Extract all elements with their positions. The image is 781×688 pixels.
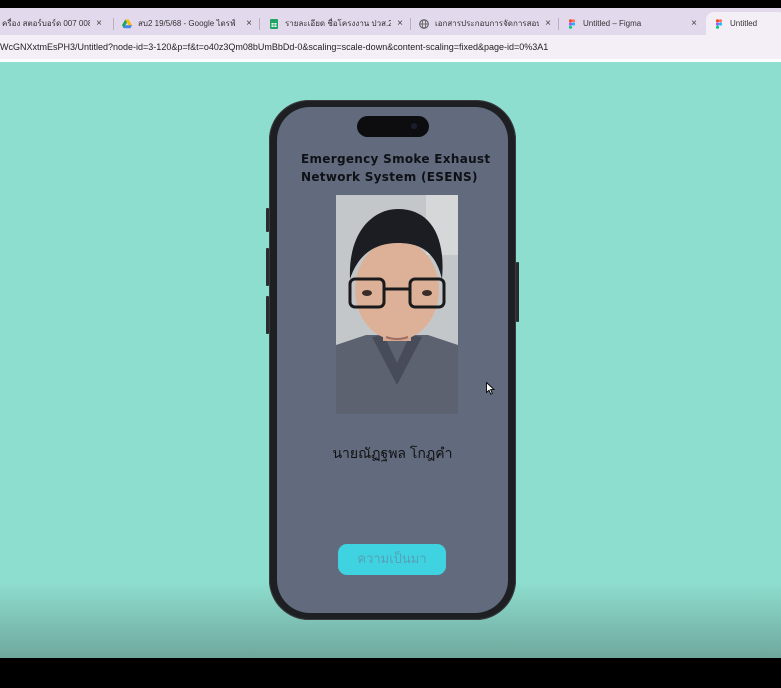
tab-label: เอกสารประกอบการจัดการสอน	[435, 19, 540, 28]
bottom-frame	[0, 658, 781, 688]
phone-screen: Emergency Smoke Exhaust Network System (…	[277, 107, 508, 613]
url-text[interactable]: WcGNXxtmEsPH3/Untitled?node-id=3-120&p=f…	[0, 42, 548, 52]
phone-side-button	[266, 208, 269, 232]
profile-photo	[336, 195, 458, 414]
history-button[interactable]: ความเป็นมา	[338, 544, 446, 575]
app-title-line-1: Emergency Smoke Exhaust	[301, 152, 491, 166]
tab-separator	[259, 18, 260, 30]
figma-icon	[715, 18, 723, 29]
app-title-line-2: Network System (ESENS)	[301, 170, 478, 184]
address-bar[interactable]: WcGNXxtmEsPH3/Untitled?node-id=3-120&p=f…	[0, 35, 781, 59]
phone-power-button	[516, 262, 519, 322]
tab-label: Untitled – Figma	[583, 19, 642, 28]
app-title: Emergency Smoke Exhaust Network System (…	[301, 150, 501, 186]
top-frame	[0, 0, 781, 8]
dynamic-island	[357, 116, 429, 137]
close-icon[interactable]: ×	[96, 18, 102, 29]
phone-frame: Emergency Smoke Exhaust Network System (…	[266, 100, 519, 620]
tab-google-drive[interactable]: สบ2 19/5/68 - Google ไดรฟ์ ×	[114, 12, 260, 35]
close-icon[interactable]: ×	[545, 18, 551, 29]
phone-volume-up-button	[266, 248, 269, 286]
phone-volume-down-button	[266, 296, 269, 334]
google-sheets-icon	[270, 18, 278, 29]
tab-teaching-docs[interactable]: เอกสารประกอบการจัดการสอน ×	[411, 12, 559, 35]
tab-untitled-active[interactable]: Untitled	[706, 12, 781, 35]
tab-google-sheets[interactable]: รายละเอียด ชื่อโครงงาน ปวส.2 สาขา ×	[261, 12, 411, 35]
tab-label: ครื่อง สตอร์บอร์ด 007 008.docx	[2, 19, 91, 28]
person-portrait-image	[336, 195, 458, 414]
person-name: นายณัฏฐพล โกฎคำ	[332, 445, 453, 461]
close-icon[interactable]: ×	[246, 18, 252, 29]
camera-lens-icon	[411, 123, 417, 129]
close-icon[interactable]: ×	[691, 18, 697, 29]
google-drive-icon	[122, 19, 132, 28]
tab-figma-untitled[interactable]: Untitled – Figma ×	[559, 12, 705, 35]
globe-icon	[419, 18, 429, 29]
close-icon[interactable]: ×	[397, 18, 403, 29]
tab-label: Untitled	[730, 19, 758, 28]
tab-label: รายละเอียด ชื่อโครงงาน ปวส.2 สาขา	[285, 19, 392, 28]
browser-tab-strip: ครื่อง สตอร์บอร์ด 007 008.docx × สบ2 19/…	[0, 8, 781, 35]
tab-label: สบ2 19/5/68 - Google ไดรฟ์	[138, 19, 236, 28]
figma-icon	[568, 18, 576, 29]
mouse-cursor-icon	[486, 382, 495, 395]
tab-storyboard-doc[interactable]: ครื่อง สตอร์บอร์ด 007 008.docx ×	[0, 12, 110, 35]
